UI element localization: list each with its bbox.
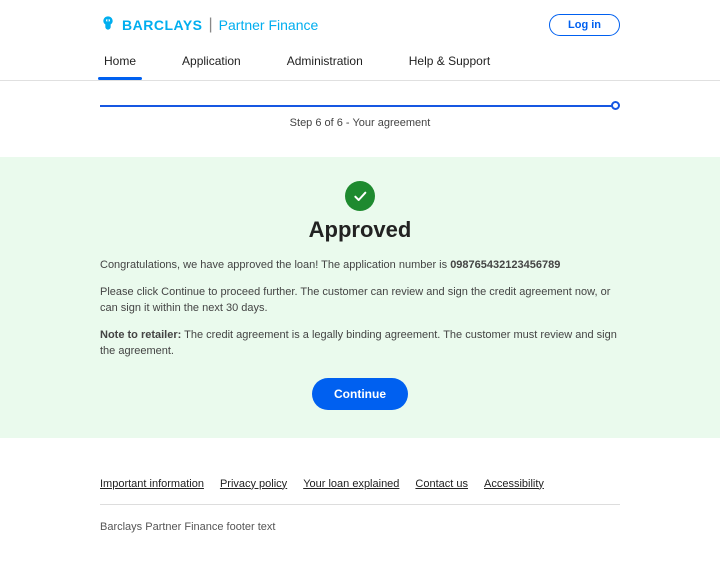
- footer-link-loan-explained[interactable]: Your loan explained: [303, 478, 399, 490]
- note-label: Note to retailer:: [100, 329, 181, 341]
- progress-end-dot: [611, 101, 620, 110]
- footer-text: Barclays Partner Finance footer text: [100, 521, 620, 533]
- barclays-eagle-icon: [100, 15, 116, 36]
- nav-help-support[interactable]: Help & Support: [405, 44, 494, 80]
- progress-indicator: Step 6 of 6 - Your agreement: [100, 81, 620, 139]
- brand-logo: BARCLAYS | Partner Finance: [100, 15, 318, 36]
- brand-separator: |: [209, 16, 213, 34]
- continue-instructions: Please click Continue to proceed further…: [100, 284, 620, 317]
- check-circle-icon: [345, 181, 375, 211]
- main-nav: Home Application Administration Help & S…: [0, 44, 720, 80]
- footer: Important information Privacy policy You…: [0, 438, 720, 563]
- approved-title: Approved: [100, 217, 620, 243]
- footer-link-accessibility[interactable]: Accessibility: [484, 478, 544, 490]
- progress-line: [100, 105, 616, 107]
- application-number: 098765432123456789: [450, 259, 560, 271]
- approval-msg-text: Congratulations, we have approved the lo…: [100, 259, 450, 271]
- brand-sub: Partner Finance: [219, 17, 319, 33]
- continue-button[interactable]: Continue: [312, 378, 408, 410]
- brand-name: BARCLAYS: [122, 17, 203, 33]
- nav-application[interactable]: Application: [178, 44, 245, 80]
- footer-link-important-info[interactable]: Important information: [100, 478, 204, 490]
- progress-label: Step 6 of 6 - Your agreement: [100, 117, 620, 129]
- nav-administration[interactable]: Administration: [283, 44, 367, 80]
- approved-panel: Approved Congratulations, we have approv…: [0, 157, 720, 438]
- approval-message: Congratulations, we have approved the lo…: [100, 257, 620, 274]
- nav-home[interactable]: Home: [100, 44, 140, 80]
- login-button[interactable]: Log in: [549, 14, 620, 36]
- footer-links: Important information Privacy policy You…: [100, 478, 620, 505]
- footer-link-contact[interactable]: Contact us: [415, 478, 468, 490]
- footer-link-privacy[interactable]: Privacy policy: [220, 478, 287, 490]
- retailer-note: Note to retailer: The credit agreement i…: [100, 327, 620, 360]
